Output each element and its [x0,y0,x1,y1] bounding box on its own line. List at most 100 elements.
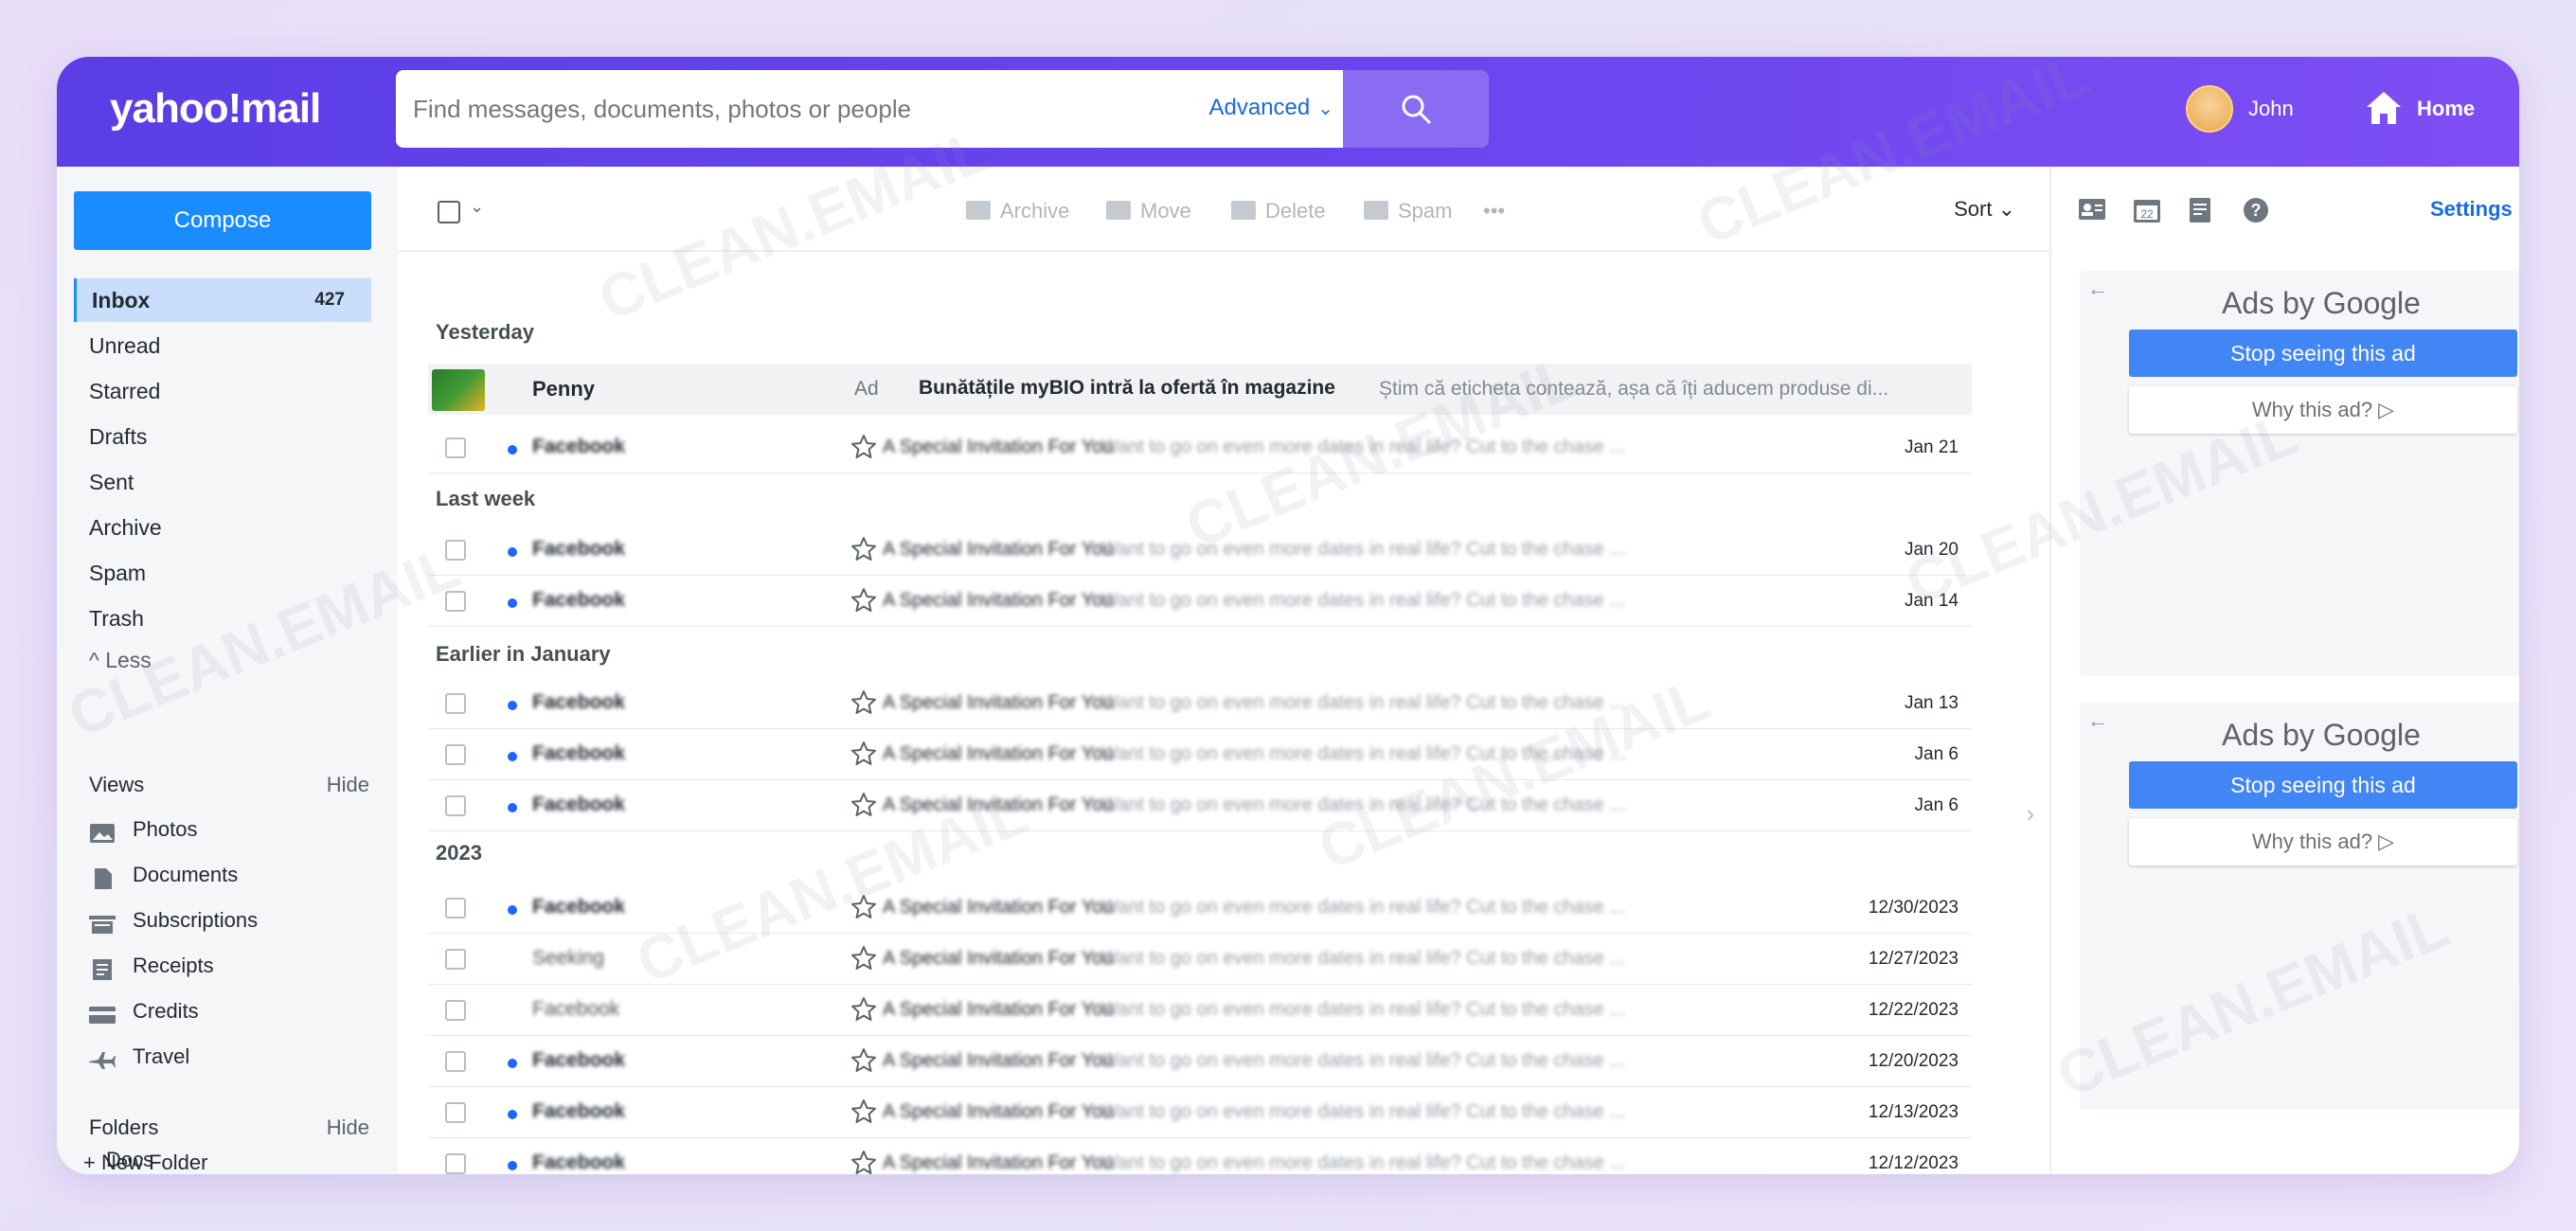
row-checkbox[interactable] [445,591,466,612]
message-subject: A Special Invitation For You [883,743,1114,764]
star-icon[interactable] [850,1047,877,1074]
message-row[interactable]: Facebook A Special Invitation For You Want… [428,422,1972,473]
message-preview: Want to go on even more dates in real li… [1100,948,1626,969]
views-hide-toggle[interactable]: Hide [327,773,369,797]
view-photos[interactable]: Photos [89,811,198,848]
view-credits[interactable]: Credits [89,992,199,1030]
ad-row[interactable]: Penny Ad Bunătățile myBIO intră la ofert… [428,364,1972,415]
star-icon[interactable] [850,434,877,460]
row-checkbox[interactable] [445,898,466,919]
message-row[interactable]: Seeking A Special Invitation For You Want … [428,934,1972,985]
row-checkbox[interactable] [445,1102,466,1123]
row-checkbox[interactable] [445,540,466,561]
message-row[interactable]: Facebook A Special Invitation For You Want… [428,780,1972,831]
star-icon[interactable] [850,536,877,562]
sidebar-item-spam[interactable]: Spam [74,551,371,595]
airplane-icon [89,1045,116,1070]
select-all-checkbox[interactable] [438,201,460,223]
row-checkbox[interactable] [445,437,466,458]
compose-button[interactable]: Compose [74,191,371,250]
contacts-icon[interactable] [2078,197,2106,223]
row-checkbox[interactable] [445,1051,466,1072]
advanced-search-toggle[interactable]: Advanced ⌄ [1208,95,1333,121]
message-preview: Want to go on even more dates in real li… [1100,692,1626,713]
message-preview: Want to go on even more dates in real li… [1100,794,1626,815]
star-icon[interactable] [850,1150,877,1174]
message-preview: Want to go on even more dates in real li… [1100,897,1626,918]
message-row[interactable]: Facebook A Special Invitation For You Want… [428,1036,1972,1087]
message-subject: A Special Invitation For You [883,539,1114,560]
view-subscriptions[interactable]: Subscriptions [89,901,258,939]
message-sender: Facebook [532,998,620,1020]
sidebar-item-inbox[interactable]: Inbox 427 [74,278,371,322]
sidebar-item-label: Inbox [92,288,151,312]
sidebar-item-archive[interactable]: Archive [74,506,371,549]
message-row[interactable]: Facebook A Special Invitation For You Want… [428,1087,1972,1138]
why-this-ad-button[interactable]: Why this ad? ▷ [2129,818,2517,865]
row-checkbox[interactable] [445,949,466,970]
star-icon[interactable] [850,894,877,920]
view-receipts[interactable]: Receipts [89,947,214,985]
star-icon[interactable] [850,945,877,972]
calendar-icon[interactable]: 22 [2133,197,2161,223]
sidebar-item-drafts[interactable]: Drafts [74,415,371,458]
message-preview: Want to go on even more dates in real li… [1100,1050,1626,1071]
star-icon[interactable] [850,996,877,1023]
settings-link[interactable]: Settings [2430,197,2513,222]
sidebar-item-starred[interactable]: Starred [74,369,371,413]
stop-seeing-ad-button[interactable]: Stop seeing this ad [2129,330,2517,377]
select-options-chevron-icon[interactable]: ⌄ [470,197,484,217]
star-icon[interactable] [850,689,877,716]
unread-count: 427 [314,290,345,310]
stop-seeing-ad-button[interactable]: Stop seeing this ad [2129,761,2517,809]
folders-hide-toggle[interactable]: Hide [327,1115,369,1140]
search-input[interactable] [413,70,1152,148]
sidebar-item-unread[interactable]: Unread [74,324,371,367]
message-row[interactable]: Facebook A Special Invitation For You Want… [428,729,1972,780]
unread-dot [508,1110,517,1119]
archive-icon [966,201,991,220]
sidebar-item-sent[interactable]: Sent [74,460,371,504]
message-date: 12/27/2023 [1868,949,1959,969]
spam-button[interactable]: Spam [1364,199,1452,223]
view-label: Photos [133,817,198,841]
message-subject: A Special Invitation For You [883,999,1114,1020]
row-checkbox[interactable] [445,795,466,816]
view-travel[interactable]: Travel [89,1038,189,1076]
message-row[interactable]: Facebook A Special Invitation For You Want… [428,985,1972,1036]
message-sender: Facebook [532,1151,626,1173]
message-row[interactable]: Facebook A Special Invitation For You Want… [428,525,1972,576]
star-icon[interactable] [850,587,877,614]
yahoo-mail-logo[interactable]: yahoo!mail [110,85,321,133]
why-this-ad-button[interactable]: Why this ad? ▷ [2129,386,2517,434]
less-toggle[interactable]: ^ Less [74,638,371,682]
move-button[interactable]: Move [1106,199,1191,223]
archive-button[interactable]: Archive [966,199,1069,223]
sidebar-item-trash[interactable]: Trash [74,597,371,640]
delete-button[interactable]: Delete [1231,199,1326,223]
view-label: Documents [133,863,239,886]
more-actions-button[interactable]: ••• [1483,199,1505,223]
sidebar-item-docs[interactable]: Docs [106,1148,153,1172]
sort-button[interactable]: Sort ⌄ [1954,197,2015,222]
message-subject: A Special Invitation For You [883,1050,1114,1071]
chevron-right-icon[interactable]: › [2027,801,2034,828]
star-icon[interactable] [850,792,877,818]
row-checkbox[interactable] [445,693,466,714]
message-row[interactable]: Facebook A Special Invitation For You Want… [428,576,1972,627]
ads-by-google-label: Ads by Google [2222,286,2421,320]
message-row[interactable]: Facebook A Special Invitation For You Want… [428,678,1972,729]
view-documents[interactable]: Documents [89,856,238,894]
star-icon[interactable] [850,740,877,767]
search-button[interactable] [1343,70,1489,148]
message-subject: A Special Invitation For You [883,948,1114,969]
notepad-icon[interactable] [2188,197,2216,223]
row-checkbox[interactable] [445,744,466,765]
message-sender: Facebook [532,691,626,713]
message-row[interactable]: Facebook A Special Invitation For You Want… [428,883,1972,934]
message-row[interactable]: Facebook A Special Invitation For You Want… [428,1138,1972,1174]
row-checkbox[interactable] [445,1153,466,1174]
star-icon[interactable] [850,1098,877,1125]
help-icon[interactable]: ? [2243,197,2271,223]
row-checkbox[interactable] [445,1000,466,1021]
